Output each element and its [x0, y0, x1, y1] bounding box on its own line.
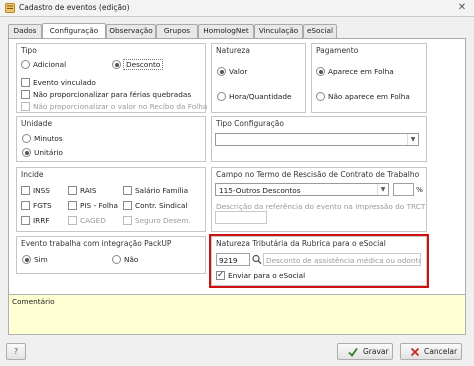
- inss-checkbox[interactable]: [21, 186, 30, 195]
- title-bar: Cadastro de eventos (edição) ✕: [0, 0, 474, 17]
- pis-folha-checkbox[interactable]: [68, 201, 77, 210]
- gravar-label: Gravar: [363, 347, 389, 356]
- valor-label: Valor: [229, 67, 248, 76]
- contr-sindical-checkbox[interactable]: [123, 201, 132, 210]
- tipo-title: Tipo: [21, 46, 37, 55]
- nao-prop-ferias-checkbox[interactable]: [21, 90, 30, 99]
- salario-familia-checkbox[interactable]: [123, 186, 132, 195]
- inss-label: INSS: [33, 186, 50, 195]
- tab-esocial[interactable]: eSocial: [303, 24, 337, 38]
- tab-dados[interactable]: Dados: [8, 24, 42, 38]
- unitario-radio[interactable]: [22, 148, 31, 157]
- chevron-down-icon: ▼: [377, 184, 388, 195]
- comentario-title: Comentário: [12, 297, 55, 306]
- natureza-code-input[interactable]: 9219: [216, 253, 250, 266]
- trct-description-placeholder: Descrição da referência do evento na imp…: [216, 202, 426, 211]
- rais-checkbox[interactable]: [68, 186, 77, 195]
- aparece-folha-label: Aparece em Folha: [328, 67, 394, 76]
- fgts-label: FGTS: [33, 201, 52, 210]
- caged-checkbox[interactable]: [68, 216, 77, 225]
- nao-aparece-folha-radio[interactable]: [316, 92, 325, 101]
- adicional-radio[interactable]: [21, 60, 30, 69]
- seguro-desem-checkbox[interactable]: [123, 216, 132, 225]
- search-icon[interactable]: [251, 253, 263, 266]
- irrf-label: IRRF: [33, 216, 50, 225]
- close-icon[interactable]: ✕: [454, 2, 470, 15]
- natureza-tributaria-title: Natureza Tributária da Rubrica para o eS…: [216, 239, 386, 248]
- valor-radio[interactable]: [217, 67, 226, 76]
- packup-sim-label: Sim: [34, 255, 48, 264]
- caged-label: CAGED: [80, 216, 106, 225]
- incide-title: Incide: [21, 170, 44, 179]
- tab-observacao[interactable]: Observação: [106, 24, 156, 38]
- adicional-label: Adicional: [33, 60, 67, 69]
- minutos-label: Minutos: [34, 134, 63, 143]
- cancelar-label: Cancelar: [424, 347, 458, 356]
- tab-grupos[interactable]: Grupos: [156, 24, 198, 38]
- natureza-description-field[interactable]: Desconto de assistência médica ou odonto…: [263, 253, 421, 266]
- seguro-desem-label: Seguro Desem.: [135, 216, 191, 225]
- cancel-icon: [410, 347, 420, 357]
- tipo-configuracao-select[interactable]: ▼: [215, 133, 419, 146]
- aparece-folha-radio[interactable]: [316, 67, 325, 76]
- gravar-button[interactable]: Gravar: [337, 343, 393, 360]
- natureza-code-value: 9219: [219, 256, 238, 265]
- packup-nao-radio[interactable]: [112, 255, 121, 264]
- window-title: Cadastro de eventos (edição): [19, 3, 130, 12]
- natureza-description-text: Desconto de assistência médica ou odonto…: [266, 256, 421, 265]
- hora-quantidade-radio[interactable]: [217, 92, 226, 101]
- nao-prop-ferias-label: Não proporcionalizar para férias quebrad…: [33, 90, 192, 99]
- irrf-checkbox[interactable]: [21, 216, 30, 225]
- desconto-label: Desconto: [123, 59, 164, 70]
- pis-folha-label: PIS - Folha: [80, 201, 118, 210]
- check-icon: [348, 347, 358, 357]
- evento-vinculado-checkbox[interactable]: [21, 78, 30, 87]
- fgts-checkbox[interactable]: [21, 201, 30, 210]
- enviar-esocial-checkbox[interactable]: [216, 270, 225, 280]
- tab-configuracao[interactable]: Configuração: [42, 23, 106, 38]
- packup-nao-label: Não: [124, 255, 139, 264]
- contr-sindical-label: Contr. Sindical: [135, 201, 188, 210]
- packup-title: Evento trabalha com integração PackUP: [21, 239, 172, 248]
- nao-prop-recibo-label: Não proporcionalizar o valor no Recibo d…: [33, 102, 208, 111]
- cancelar-button[interactable]: Cancelar: [400, 343, 462, 360]
- enviar-esocial-label: Enviar para o eSocial: [228, 271, 306, 280]
- salario-familia-label: Salário Família: [135, 186, 189, 195]
- pagamento-title: Pagamento: [316, 46, 359, 55]
- app-icon: [5, 3, 15, 13]
- unitario-label: Unitário: [34, 148, 63, 157]
- tipo-configuracao-title: Tipo Configuração: [216, 119, 284, 128]
- trct-percent-input[interactable]: [393, 183, 414, 196]
- help-button[interactable]: ?: [6, 343, 26, 360]
- evento-vinculado-label: Evento vinculado: [33, 78, 96, 87]
- tab-vinculacao[interactable]: Vinculação: [254, 24, 303, 38]
- nao-prop-recibo-checkbox[interactable]: [21, 102, 30, 111]
- tab-homolognet[interactable]: HomologNet: [198, 24, 254, 38]
- packup-sim-radio[interactable]: [22, 255, 31, 264]
- trct-selected-value: 115-Outros Descontos: [219, 186, 301, 195]
- minutos-radio[interactable]: [22, 134, 31, 143]
- natureza-title: Natureza: [216, 46, 250, 55]
- comentario-textarea[interactable]: Comentário: [8, 294, 466, 335]
- hora-quantidade-label: Hora/Quantidade: [229, 92, 292, 101]
- nao-aparece-folha-label: Não aparece em Folha: [328, 92, 410, 101]
- chevron-down-icon: ▼: [407, 134, 418, 145]
- trct-title: Campo no Termo de Rescisão de Contrato d…: [216, 170, 420, 179]
- unidade-title: Unidade: [21, 119, 53, 128]
- rais-label: RAIS: [80, 186, 97, 195]
- help-icon: ?: [14, 347, 18, 356]
- percent-label: %: [416, 185, 423, 194]
- desconto-radio[interactable]: [112, 60, 121, 69]
- trct-description-input[interactable]: [215, 211, 267, 224]
- trct-select[interactable]: 115-Outros Descontos ▼: [215, 183, 389, 196]
